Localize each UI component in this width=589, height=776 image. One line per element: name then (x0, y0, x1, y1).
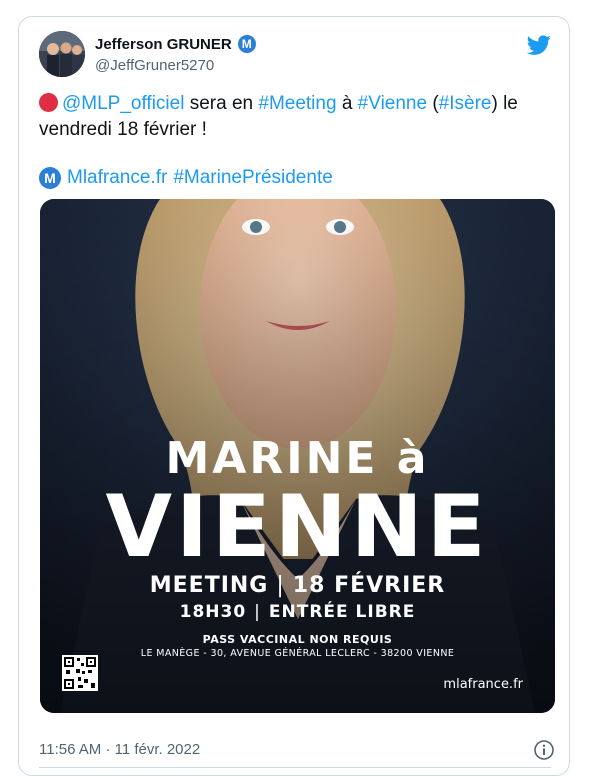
m-emoji-icon: M (39, 167, 61, 189)
info-icon[interactable] (533, 739, 555, 761)
verified-m-badge-icon: M (237, 35, 256, 53)
poster-hours-line: 18H30 | ENTRÉE LIBRE (40, 602, 555, 622)
hashtag-isere-link[interactable]: #Isère (439, 93, 492, 114)
red-circle-icon (39, 93, 58, 112)
tweet-text-part: sera en (184, 93, 259, 114)
poster-site: mlafrance.fr (443, 677, 523, 692)
twitter-bird-icon[interactable] (527, 33, 551, 57)
author-handle[interactable]: @JeffGruner5270 (95, 57, 214, 74)
divider (39, 767, 551, 768)
tweet-image-poster[interactable]: MARINE à VIENNE MEETING | 18 FÉVRIER 18H30… (40, 199, 555, 713)
hashtag-meeting-link[interactable]: #Meeting (258, 93, 336, 114)
poster-separator: | (254, 602, 261, 622)
tweet-text-part: ( (427, 93, 439, 114)
poster-separator: | (276, 573, 285, 598)
avatar[interactable] (39, 31, 85, 77)
poster-pass: PASS VACCINAL NON REQUIS (202, 633, 393, 646)
tweet-timestamp[interactable]: 11:56 AM · 11 févr. 2022 (39, 741, 200, 758)
author-name-row: Jefferson GRUNER M (95, 35, 256, 53)
qr-code-icon (62, 655, 98, 691)
poster-time: 18H30 (179, 602, 247, 622)
site-link[interactable]: Mlafrance.fr (67, 165, 167, 191)
poster-meeting-line: MEETING | 18 FÉVRIER (40, 573, 555, 598)
poster-address: LE MANÈGE - 30, AVENUE GÉNÉRAL LECLERC -… (140, 648, 455, 659)
poster-meeting: MEETING (149, 573, 269, 598)
mention-link[interactable]: @MLP_officiel (62, 93, 184, 114)
tweet-header: Jefferson GRUNER M @JeffGruner5270 (39, 31, 551, 83)
author-name[interactable]: Jefferson GRUNER (95, 36, 232, 53)
poster-title-line2: VIENNE (105, 477, 490, 577)
hashtag-vienne-link[interactable]: #Vienne (358, 93, 427, 114)
tweet-card: Jefferson GRUNER M @JeffGruner5270 @MLP_… (18, 16, 570, 776)
poster-entry: ENTRÉE LIBRE (268, 602, 416, 622)
tweet-text-part: à (336, 93, 358, 114)
poster-date: 18 FÉVRIER (292, 573, 446, 598)
hashtag-marine-presidente-link[interactable]: #MarinePrésidente (173, 165, 332, 191)
tweet-text: @MLP_officiel sera en #Meeting à #Vienne… (39, 91, 554, 143)
tweet-links-line: M Mlafrance.fr #MarinePrésidente (39, 165, 333, 191)
